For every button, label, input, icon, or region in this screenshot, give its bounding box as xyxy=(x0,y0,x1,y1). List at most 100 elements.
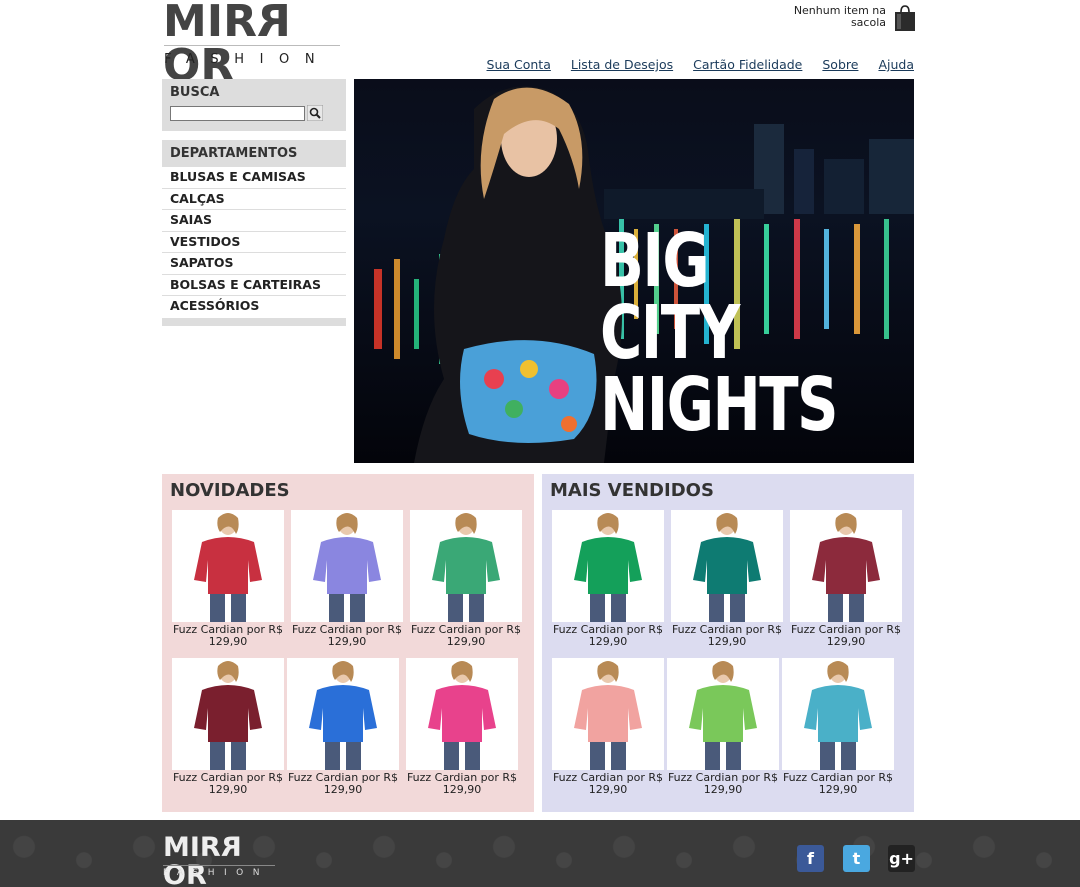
tshirt-icon xyxy=(291,513,403,622)
novidades-panel: NOVIDADES Fuzz Cardian por R$ 129,90 Fuzz … xyxy=(162,474,534,812)
logo-divider xyxy=(164,45,340,46)
search-input[interactable] xyxy=(170,105,305,121)
departments-title: DEPARTAMENTOS xyxy=(162,140,346,167)
product-image[interactable] xyxy=(667,658,779,770)
product-price: 129,90 xyxy=(323,783,363,796)
product-image[interactable] xyxy=(172,510,284,622)
tshirt-icon xyxy=(552,513,664,622)
logo-subtitle: FASHION xyxy=(164,52,331,67)
product-card[interactable]: Fuzz Cardian por R$ 129,90 xyxy=(780,658,896,804)
search-box: BUSCA xyxy=(162,79,346,131)
product-price: 129,90 xyxy=(588,783,628,796)
product-price: 129,90 xyxy=(703,783,743,796)
nav-lista-de-desejos[interactable]: Lista de Desejos xyxy=(571,57,673,72)
shirt-icon xyxy=(790,513,902,622)
product-card[interactable]: Fuzz Cardian por R$ 129,90 xyxy=(550,658,666,804)
product-image[interactable] xyxy=(172,658,284,770)
nav-cartao-fidelidade[interactable]: Cartão Fidelidade xyxy=(693,57,802,72)
department-sapatos[interactable]: SAPATOS xyxy=(162,253,346,275)
department-saias[interactable]: SAIAS xyxy=(162,210,346,232)
product-image[interactable] xyxy=(790,510,902,622)
sweater-icon xyxy=(552,661,664,770)
coat-icon xyxy=(172,661,284,770)
nav-ajuda[interactable]: Ajuda xyxy=(878,57,914,72)
shopping-bag[interactable]: Nenhum item na sacola xyxy=(786,5,916,35)
product-card[interactable]: Fuzz Cardian por R$ 129,90 xyxy=(788,510,904,656)
shirt-icon xyxy=(782,661,894,770)
mais-vendidos-title: MAIS VENDIDOS xyxy=(550,480,714,501)
facebook-icon[interactable]: f xyxy=(797,845,824,872)
cart-status: Nenhum item na sacola xyxy=(794,5,886,29)
mais-vendidos-panel: MAIS VENDIDOS Fuzz Cardian por R$ 129,90 F… xyxy=(542,474,914,812)
product-caption: Fuzz Cardian por R$ 129,90 xyxy=(170,624,286,648)
search-icon[interactable] xyxy=(307,105,323,121)
shirt-icon xyxy=(410,513,522,622)
nav-sobre[interactable]: Sobre xyxy=(822,57,858,72)
product-price: 129,90 xyxy=(442,783,482,796)
product-caption: Fuzz Cardian por R$ 129,90 xyxy=(404,772,520,796)
department-vestidos[interactable]: VESTIDOS xyxy=(162,232,346,253)
product-caption: Fuzz Cardian por R$ 129,90 xyxy=(170,772,286,796)
departments-footer xyxy=(162,317,346,326)
product-caption: Fuzz Cardian por R$ 129,90 xyxy=(669,624,785,648)
product-price: 129,90 xyxy=(327,635,367,648)
banner-headline: BIG CITY NIGHTS xyxy=(600,218,842,442)
footer-logo-wordmark: MIRROR xyxy=(163,832,242,887)
product-card[interactable]: Fuzz Cardian por R$ 129,90 xyxy=(550,510,666,656)
product-card[interactable]: Fuzz Cardian por R$ 129,90 xyxy=(285,658,401,804)
logo[interactable]: MIRROR FASHION xyxy=(163,0,343,88)
product-card[interactable]: Fuzz Cardian por R$ 129,90 xyxy=(170,510,286,656)
product-card[interactable]: Fuzz Cardian por R$ 129,90 xyxy=(170,658,286,804)
product-caption: Fuzz Cardian por R$ 129,90 xyxy=(780,772,896,796)
banner-headline-line1: BIG xyxy=(600,218,710,304)
product-price: 129,90 xyxy=(208,635,248,648)
product-price: 129,90 xyxy=(446,635,486,648)
twitter-icon[interactable]: t xyxy=(843,845,870,872)
banner-headline-line2: CITY xyxy=(600,290,740,376)
product-caption: Fuzz Cardian por R$ 129,90 xyxy=(550,772,666,796)
product-caption: Fuzz Cardian por R$ 129,90 xyxy=(408,624,524,648)
google-plus-icon[interactable]: g+ xyxy=(888,845,915,872)
department-calcas[interactable]: CALÇAS xyxy=(162,189,346,210)
footer-logo-divider xyxy=(163,865,275,866)
hero-banner[interactable]: BIG CITY NIGHTS xyxy=(354,79,914,463)
novidades-title: NOVIDADES xyxy=(170,480,290,501)
shorts-icon xyxy=(667,661,779,770)
product-price: 129,90 xyxy=(826,635,866,648)
product-price: 129,90 xyxy=(208,783,248,796)
product-caption: Fuzz Cardian por R$ 129,90 xyxy=(550,624,666,648)
product-card[interactable]: Fuzz Cardian por R$ 129,90 xyxy=(404,658,520,804)
product-card[interactable]: Fuzz Cardian por R$ 129,90 xyxy=(669,510,785,656)
nav-sua-conta[interactable]: Sua Conta xyxy=(487,57,551,72)
product-image[interactable] xyxy=(552,510,664,622)
top-nav: Sua Conta Lista de Desejos Cartão Fideli… xyxy=(487,57,914,72)
shopping-bag-icon[interactable] xyxy=(894,5,916,32)
product-image[interactable] xyxy=(406,658,518,770)
product-image[interactable] xyxy=(552,658,664,770)
footer-logo[interactable]: MIRROR FASHION xyxy=(163,832,278,887)
product-price: 129,90 xyxy=(707,635,747,648)
product-image[interactable] xyxy=(410,510,522,622)
product-caption: Fuzz Cardian por R$ 129,90 xyxy=(665,772,781,796)
product-image[interactable] xyxy=(782,658,894,770)
product-card[interactable]: Fuzz Cardian por R$ 129,90 xyxy=(408,510,524,656)
product-image[interactable] xyxy=(671,510,783,622)
dress-icon xyxy=(406,661,518,770)
product-card[interactable]: Fuzz Cardian por R$ 129,90 xyxy=(289,510,405,656)
department-bolsas-e-carteiras[interactable]: BOLSAS E CARTEIRAS xyxy=(162,275,346,296)
logo-wordmark: MIRROR xyxy=(163,0,291,91)
product-price: 129,90 xyxy=(818,783,858,796)
product-image[interactable] xyxy=(291,510,403,622)
departments-menu: DEPARTAMENTOS BLUSAS E CAMISAS CALÇAS SA… xyxy=(162,140,346,326)
department-acessorios[interactable]: ACESSÓRIOS xyxy=(162,296,346,318)
tank-top-icon xyxy=(287,661,399,770)
product-caption: Fuzz Cardian por R$ 129,90 xyxy=(788,624,904,648)
jacket-icon xyxy=(172,513,284,622)
department-blusas-e-camisas[interactable]: BLUSAS E CAMISAS xyxy=(162,167,346,189)
product-image[interactable] xyxy=(287,658,399,770)
cart-status-line2: sacola xyxy=(850,16,886,29)
tshirt-icon xyxy=(671,513,783,622)
product-price: 129,90 xyxy=(588,635,628,648)
product-card[interactable]: Fuzz Cardian por R$ 129,90 xyxy=(665,658,781,804)
footer: MIRROR FASHION f t g+ xyxy=(0,820,1080,887)
